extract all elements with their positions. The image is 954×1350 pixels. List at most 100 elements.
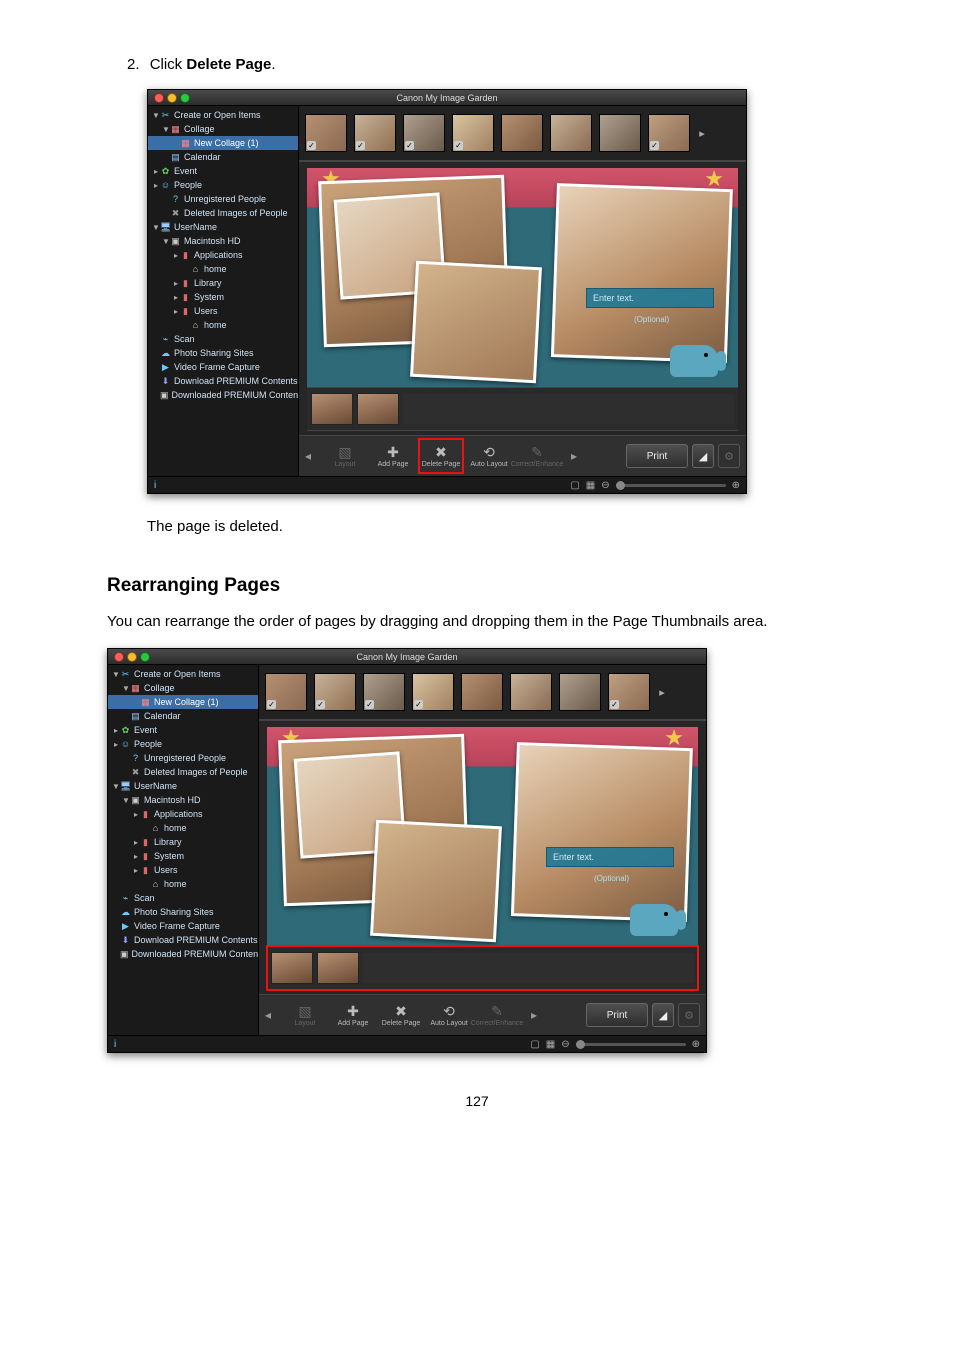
sidebar-item-new-collage[interactable]: ▦New Collage (1) [148, 136, 298, 150]
info-icon[interactable]: i [114, 1039, 116, 1050]
sidebar-item-collage[interactable]: ▼▦Collage [108, 681, 258, 695]
filmstrip-thumb[interactable]: ✓ [265, 673, 307, 711]
expand-arrow-icon[interactable]: ▼ [152, 111, 160, 120]
expand-arrow-icon[interactable]: ▸ [152, 167, 160, 176]
auto-layout-button[interactable]: ⟲Auto Layout [467, 439, 511, 473]
filmstrip-thumb[interactable] [550, 114, 592, 152]
toolbar-next[interactable]: ▸ [531, 1008, 545, 1022]
sidebar-item-video-frame[interactable]: ▶Video Frame Capture [148, 360, 298, 374]
sidebar-item-system[interactable]: ▸▮System [148, 290, 298, 304]
sidebar-item-collage[interactable]: ▼▦Collage [148, 122, 298, 136]
expand-arrow-icon[interactable]: ▸ [152, 181, 160, 190]
sidebar-item-macintosh-hd[interactable]: ▼▣Macintosh HD [108, 793, 258, 807]
sidebar-item-username[interactable]: ▼🖥UserName [148, 220, 298, 234]
expand-arrow-icon[interactable]: ▸ [112, 740, 120, 749]
filmstrip-thumb[interactable]: ✓ [452, 114, 494, 152]
sidebar-item-applications[interactable]: ▸▮Applications [108, 807, 258, 821]
tag-button[interactable]: ◢ [692, 444, 714, 468]
sidebar-item-applications[interactable]: ▸▮Applications [148, 248, 298, 262]
expand-arrow-icon[interactable]: ▸ [132, 838, 140, 847]
tag-button[interactable]: ◢ [652, 1003, 674, 1027]
sidebar-item-system[interactable]: ▸▮System [108, 849, 258, 863]
expand-arrow-icon[interactable]: ▸ [172, 307, 180, 316]
sidebar-item-library[interactable]: ▸▮Library [148, 276, 298, 290]
expand-arrow-icon[interactable]: ▸ [172, 293, 180, 302]
filmstrip-thumb[interactable] [599, 114, 641, 152]
collage-photo-frame[interactable] [410, 261, 542, 383]
page-thumb[interactable] [357, 393, 399, 425]
sidebar-item-unregistered[interactable]: ?Unregistered People [148, 192, 298, 206]
settings-button[interactable]: ⚙ [718, 444, 740, 468]
expand-arrow-icon[interactable]: ▼ [112, 670, 120, 679]
expand-arrow-icon[interactable]: ▼ [122, 796, 130, 805]
collage-photo-frame[interactable] [370, 820, 502, 942]
filmstrip-thumb[interactable]: ✓ [403, 114, 445, 152]
sidebar-item-users[interactable]: ▸▮Users [148, 304, 298, 318]
sidebar-item-calendar[interactable]: ▤Calendar [108, 709, 258, 723]
sidebar-item-download-premium[interactable]: ⬇Download PREMIUM Contents [108, 933, 258, 947]
toolbar-prev[interactable]: ◂ [265, 1008, 279, 1022]
expand-arrow-icon[interactable]: ▸ [112, 726, 120, 735]
expand-arrow-icon[interactable]: ▼ [162, 237, 170, 246]
zoom-in-icon[interactable]: ⊕ [692, 1039, 700, 1050]
text-placeholder[interactable]: Enter text. [586, 288, 714, 308]
filmstrip-thumb[interactable] [510, 673, 552, 711]
page-thumb[interactable] [317, 952, 359, 984]
settings-button[interactable]: ⚙ [678, 1003, 700, 1027]
zoom-out-icon[interactable]: ⊖ [561, 1039, 569, 1050]
toolbar-next[interactable]: ▸ [571, 449, 585, 463]
collage-preview[interactable]: ★ ★ ★ Enter text. (Optional) [267, 727, 698, 946]
add-page-button[interactable]: ✚Add Page [371, 439, 415, 473]
filmstrip-next[interactable]: ▸ [697, 115, 707, 151]
sidebar-item-downloaded-premium[interactable]: ▣Downloaded PREMIUM Contents [108, 947, 258, 961]
sidebar-item-home[interactable]: ⌂home [108, 821, 258, 835]
correct-enhance-button[interactable]: ✎Correct/Enhance [475, 998, 519, 1032]
sidebar-item-library[interactable]: ▸▮Library [108, 835, 258, 849]
view-mode-icon[interactable]: ▢ [530, 1039, 539, 1050]
add-page-button[interactable]: ✚Add Page [331, 998, 375, 1032]
zoom-slider[interactable] [576, 1043, 686, 1046]
filmstrip-thumb[interactable]: ✓ [305, 114, 347, 152]
sidebar-item-new-collage[interactable]: ▦New Collage (1) [108, 695, 258, 709]
expand-arrow-icon[interactable]: ▸ [132, 810, 140, 819]
zoom-out-icon[interactable]: ⊖ [601, 480, 609, 491]
print-button[interactable]: Print [586, 1003, 648, 1027]
filmstrip-thumb[interactable] [559, 673, 601, 711]
layout-button[interactable]: ▧Layout [323, 439, 367, 473]
filmstrip-thumb[interactable] [461, 673, 503, 711]
page-thumb[interactable] [271, 952, 313, 984]
sidebar-item-event[interactable]: ▸✿Event [108, 723, 258, 737]
sidebar-item-download-premium[interactable]: ⬇Download PREMIUM Contents [148, 374, 298, 388]
expand-arrow-icon[interactable]: ▼ [162, 125, 170, 134]
filmstrip-thumb[interactable]: ✓ [412, 673, 454, 711]
sidebar-item-macintosh-hd[interactable]: ▼▣Macintosh HD [148, 234, 298, 248]
filmstrip-thumb[interactable]: ✓ [363, 673, 405, 711]
print-button[interactable]: Print [626, 444, 688, 468]
expand-arrow-icon[interactable]: ▸ [132, 852, 140, 861]
sidebar-item-create-open[interactable]: ▼✂Create or Open Items [148, 108, 298, 122]
zoom-in-icon[interactable]: ⊕ [732, 480, 740, 491]
sidebar-item-photo-sharing[interactable]: ☁Photo Sharing Sites [108, 905, 258, 919]
correct-enhance-button[interactable]: ✎Correct/Enhance [515, 439, 559, 473]
sidebar-item-create-open[interactable]: ▼✂Create or Open Items [108, 667, 258, 681]
layout-button[interactable]: ▧Layout [283, 998, 327, 1032]
expand-arrow-icon[interactable]: ▸ [132, 866, 140, 875]
toolbar-prev[interactable]: ◂ [305, 449, 319, 463]
page-thumb[interactable] [311, 393, 353, 425]
filmstrip-thumb[interactable]: ✓ [648, 114, 690, 152]
sidebar-item-username[interactable]: ▼🖥UserName [108, 779, 258, 793]
expand-arrow-icon[interactable]: ▸ [172, 251, 180, 260]
collage-photo-frame[interactable] [511, 742, 687, 916]
filmstrip-thumb[interactable]: ✓ [608, 673, 650, 711]
sidebar-item-home-2[interactable]: ⌂home [148, 318, 298, 332]
expand-arrow-icon[interactable]: ▼ [122, 684, 130, 693]
filmstrip-next[interactable]: ▸ [657, 674, 667, 710]
sidebar-item-photo-sharing[interactable]: ☁Photo Sharing Sites [148, 346, 298, 360]
sidebar-item-deleted-people[interactable]: ✖Deleted Images of People [108, 765, 258, 779]
collage-photo-frame[interactable] [551, 183, 727, 357]
sidebar-item-event[interactable]: ▸✿Event [148, 164, 298, 178]
auto-layout-button[interactable]: ⟲Auto Layout [427, 998, 471, 1032]
delete-page-button[interactable]: ✖Delete Page [419, 439, 463, 473]
view-mode-icon[interactable]: ▢ [570, 480, 579, 491]
text-placeholder-secondary[interactable]: (Optional) [628, 312, 714, 326]
